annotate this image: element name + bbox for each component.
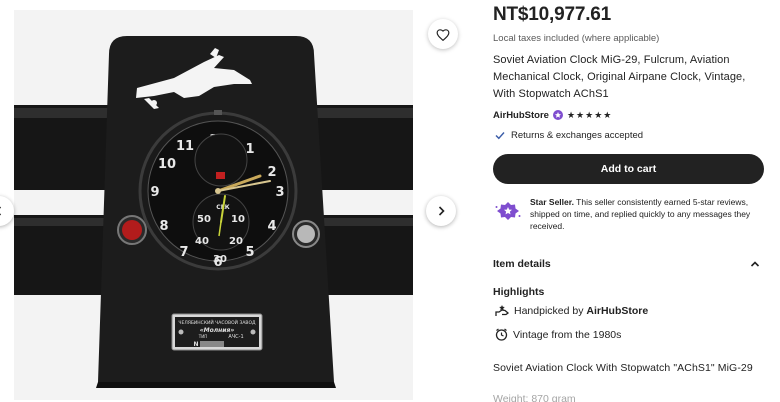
item-details-toggle[interactable]: Item details <box>493 255 764 273</box>
image-gallery: 12 1 2 3 4 5 6 7 8 9 10 11 50 10 20 <box>0 0 470 402</box>
dial-8: 8 <box>159 219 168 234</box>
chevron-up-icon <box>750 261 760 267</box>
clock-photo: 12 1 2 3 4 5 6 7 8 9 10 11 50 10 20 <box>14 10 413 400</box>
star-seller-notice: Star Seller. This seller consistently ea… <box>495 196 767 232</box>
highlight-handpicked: Handpicked by AirHubStore <box>495 304 648 317</box>
star-icon: ★ <box>603 110 612 120</box>
star-icon: ★ <box>594 110 603 120</box>
handpicked-prefix: Handpicked by <box>514 304 587 317</box>
heart-icon <box>436 28 450 41</box>
star-icon: ★ <box>585 110 594 120</box>
plate-line2: «Молния» <box>200 327 235 334</box>
plate-model: АЧС-1 <box>228 334 243 340</box>
highlight-vintage: Vintage from the 1980s <box>495 328 621 341</box>
listing-price: NT$10,977.61 <box>493 4 612 25</box>
item-details-label: Item details <box>493 258 551 270</box>
next-image-button[interactable] <box>426 196 456 226</box>
seller-name-link[interactable]: AirHubStore <box>493 110 549 121</box>
subdial-10: 10 <box>231 214 245 225</box>
checkmark-icon <box>495 132 505 140</box>
star-seller-text: Star Seller. This seller consistently ea… <box>530 196 767 232</box>
item-description: Soviet Aviation Clock With Stopwatch "AC… <box>493 362 753 374</box>
dial-10: 10 <box>158 157 176 172</box>
chevron-left-icon <box>0 206 2 216</box>
plate-serial: N <box>193 341 198 348</box>
dial-11: 11 <box>176 139 194 154</box>
returns-text: Returns & exchanges accepted <box>511 130 644 141</box>
add-to-cart-button[interactable]: Add to cart <box>493 154 764 184</box>
handpicked-icon <box>495 305 509 316</box>
subdial-30: 30 <box>213 254 227 265</box>
chevron-right-icon <box>438 206 445 216</box>
listing-main-image[interactable]: 12 1 2 3 4 5 6 7 8 9 10 11 50 10 20 <box>14 10 413 400</box>
dial-4: 4 <box>267 219 276 234</box>
highlights-heading: Highlights <box>493 286 545 298</box>
vintage-text: Vintage from the 1980s <box>513 328 622 341</box>
rating-stars[interactable]: ★ ★ ★ ★ ★ <box>567 110 611 120</box>
previous-image-button[interactable] <box>0 196 14 226</box>
dial-3: 3 <box>275 185 284 200</box>
star-icon: ★ <box>566 110 576 120</box>
favorite-button[interactable] <box>428 19 458 49</box>
listing-title: Soviet Aviation Clock MiG-29, Fulcrum, A… <box>493 54 746 100</box>
star-seller-icon <box>495 202 521 220</box>
subdial-40: 40 <box>195 236 209 247</box>
item-weight: Weight: 870 gram <box>493 393 576 402</box>
plate-type: ТИП <box>198 334 207 339</box>
dial-5: 5 <box>245 245 254 260</box>
star-icon: ★ <box>576 110 585 120</box>
dial-9: 9 <box>150 185 159 200</box>
plate-line1: ЧЕЛЯБИНСКИЙ ЧАСОВОЙ ЗАВОД <box>178 319 256 326</box>
verified-badge-icon <box>552 110 563 120</box>
dial-2: 2 <box>267 165 276 180</box>
clock-icon <box>495 328 508 341</box>
handpicked-seller-link[interactable]: AirHubStore <box>586 305 648 317</box>
dial-7: 7 <box>179 245 188 260</box>
subdial-50: 50 <box>197 214 211 225</box>
star-seller-label: Star Seller. <box>530 197 574 207</box>
returns-policy: Returns & exchanges accepted <box>495 130 643 141</box>
seller-row: AirHubStore ★ ★ ★ ★ ★ <box>493 108 611 122</box>
tax-note: Local taxes included (where applicable) <box>493 33 660 44</box>
subdial-20: 20 <box>229 236 243 247</box>
